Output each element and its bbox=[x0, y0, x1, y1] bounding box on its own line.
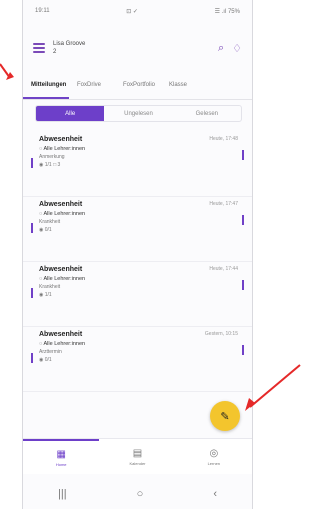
learning-icon: ◎ bbox=[209, 447, 219, 459]
right-marker bbox=[242, 280, 244, 290]
message-subject: Abwesenheit bbox=[39, 136, 83, 143]
tab-klasse[interactable]: Klasse bbox=[161, 74, 207, 99]
left-marker bbox=[31, 288, 33, 298]
status-icons-left: ⊡ ✓ bbox=[126, 8, 138, 15]
message-meta: ◉ 0/1 bbox=[39, 227, 52, 233]
system-navigation: ||| ○ ‹ bbox=[23, 478, 252, 509]
message-meta: ◉ 1/1 bbox=[39, 292, 52, 298]
message-time: Gestern, 10:15 bbox=[204, 331, 238, 337]
bell-icon[interactable]: ♢ bbox=[232, 42, 242, 55]
status-icons-right: ☰ .ıl 75% bbox=[214, 8, 240, 15]
message-detail: Krankheit bbox=[39, 284, 61, 290]
message-recipient: ◌ Alle Lehrer:innen bbox=[39, 341, 86, 347]
message-subject: Abwesenheit bbox=[39, 331, 83, 338]
left-arrow-head bbox=[6, 72, 14, 80]
screenshot-canvas: 19:11 ⊡ ✓ ☰ .ıl 75% Lisa Groove 2 ⌕ ♢ Mi… bbox=[0, 0, 316, 509]
header-subtitle: 2 bbox=[53, 49, 57, 55]
filter-all[interactable]: Alle bbox=[36, 106, 105, 121]
back-button[interactable]: ‹ bbox=[213, 488, 217, 500]
message-item[interactable]: Abwesenheit Heute, 17:47 ◌ Alle Lehrer:in… bbox=[23, 197, 252, 262]
calendar-icon: ▤ bbox=[132, 447, 143, 459]
message-meta: ◉ 0/1 bbox=[39, 357, 52, 363]
left-marker bbox=[31, 223, 33, 233]
left-marker bbox=[31, 158, 33, 168]
tab-bar: Mitteilungen FoxDrive FoxPortfolio Klass… bbox=[23, 74, 252, 100]
filter-read[interactable]: Gelesen bbox=[173, 106, 241, 121]
recipient-text: Alle Lehrer:innen bbox=[43, 276, 86, 282]
nav-calendar[interactable]: ▤ Kalender bbox=[99, 439, 175, 474]
message-time: Heute, 17:48 bbox=[209, 136, 238, 142]
header-actions: ⌕ ♢ bbox=[218, 42, 242, 55]
meta-text: 1/1 bbox=[44, 292, 52, 298]
nav-home[interactable]: ▦ Home bbox=[23, 439, 100, 474]
tab-foxdrive[interactable]: FoxDrive bbox=[69, 74, 115, 99]
search-icon[interactable]: ⌕ bbox=[218, 42, 224, 55]
edit-icon: ✎ bbox=[220, 410, 230, 423]
message-detail: Krankheit bbox=[39, 219, 61, 225]
recipient-text: Alle Lehrer:innen bbox=[43, 211, 86, 217]
right-marker bbox=[242, 150, 244, 160]
message-recipient: ◌ Alle Lehrer:innen bbox=[39, 276, 86, 282]
right-arrow-line bbox=[249, 364, 301, 408]
left-marker bbox=[31, 353, 33, 363]
left-arrow-line bbox=[0, 63, 11, 79]
message-meta: ◉ 1/1 □ 3 bbox=[39, 162, 61, 168]
nav-label: Kalender bbox=[129, 460, 146, 466]
meta-text: 0/1 bbox=[44, 357, 52, 363]
phone-screen: 19:11 ⊡ ✓ ☰ .ıl 75% Lisa Groove 2 ⌕ ♢ Mi… bbox=[22, 0, 253, 509]
nav-label: Lernen bbox=[207, 460, 221, 466]
tab-mitteilungen[interactable]: Mitteilungen bbox=[23, 74, 69, 99]
recent-apps-button[interactable]: ||| bbox=[58, 488, 67, 500]
message-subject: Abwesenheit bbox=[39, 266, 83, 273]
message-item[interactable]: Abwesenheit Heute, 17:48 ◌ Alle Lehrer:in… bbox=[23, 132, 252, 197]
recipient-text: Alle Lehrer:innen bbox=[43, 146, 86, 152]
header-title: Lisa Groove 2 bbox=[53, 40, 218, 56]
nav-learning[interactable]: ◎ Lernen bbox=[176, 439, 252, 474]
message-list: Abwesenheit Heute, 17:48 ◌ Alle Lehrer:in… bbox=[23, 132, 252, 392]
app-header: Lisa Groove 2 ⌕ ♢ bbox=[23, 28, 252, 68]
status-time: 19:11 bbox=[35, 8, 50, 14]
message-recipient: ◌ Alle Lehrer:innen bbox=[39, 211, 86, 217]
message-item[interactable]: Abwesenheit Heute, 17:44 ◌ Alle Lehrer:in… bbox=[23, 262, 252, 327]
message-detail: Anmerkung bbox=[39, 154, 65, 160]
header-name: Lisa Groove bbox=[53, 41, 86, 47]
right-marker bbox=[242, 215, 244, 225]
meta-text: 1/1 □ 3 bbox=[44, 162, 61, 168]
tab-foxportfolio[interactable]: FoxPortfolio bbox=[115, 74, 161, 99]
meta-text: 0/1 bbox=[44, 227, 52, 233]
message-recipient: ◌ Alle Lehrer:innen bbox=[39, 146, 86, 152]
message-time: Heute, 17:44 bbox=[209, 266, 238, 272]
compose-button[interactable]: ✎ bbox=[210, 401, 240, 431]
message-time: Heute, 17:47 bbox=[209, 201, 238, 207]
filter-unread[interactable]: Ungelesen bbox=[104, 106, 172, 121]
right-marker bbox=[242, 345, 244, 355]
status-bar: 19:11 ⊡ ✓ ☰ .ıl 75% bbox=[23, 0, 252, 22]
home-button[interactable]: ○ bbox=[137, 488, 144, 500]
message-subject: Abwesenheit bbox=[39, 201, 83, 208]
filter-segment: Alle Ungelesen Gelesen bbox=[35, 105, 242, 122]
menu-icon[interactable] bbox=[33, 43, 45, 53]
nav-label: Home bbox=[55, 461, 67, 467]
message-item[interactable]: Abwesenheit Gestern, 10:15 ◌ Alle Lehrer:… bbox=[23, 327, 252, 392]
recipient-text: Alle Lehrer:innen bbox=[43, 341, 86, 347]
bottom-navigation: ▦ Home ▤ Kalender ◎ Lernen bbox=[23, 438, 252, 474]
home-icon: ▦ bbox=[56, 448, 66, 460]
message-detail: Arzttermin bbox=[39, 349, 62, 355]
